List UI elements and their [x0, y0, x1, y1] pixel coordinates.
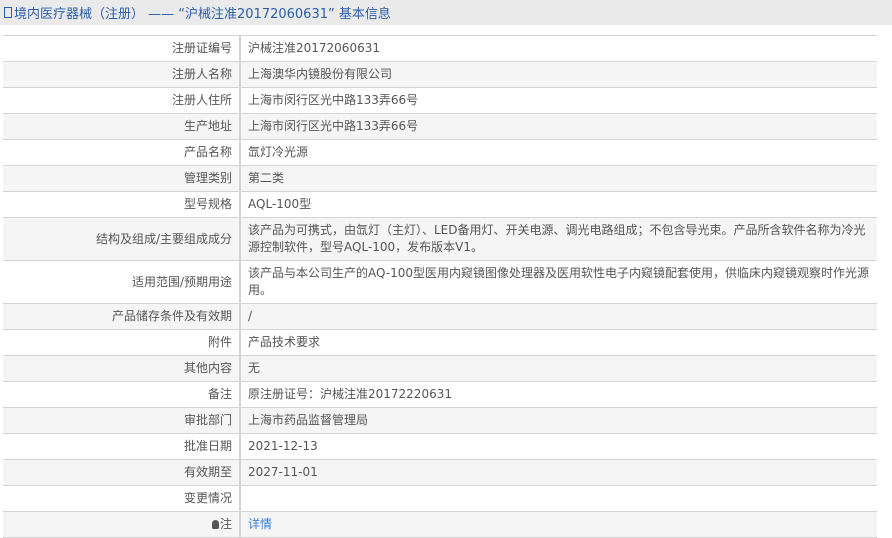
row-label: 适用范围/预期用途	[3, 260, 241, 304]
table-row: 其他内容无	[3, 355, 877, 382]
table-row: 产品储存条件及有效期 /	[3, 303, 877, 330]
row-label: 管理类别	[3, 165, 241, 192]
row-label: 注册证编号	[3, 35, 241, 62]
row-label: 注册人住所	[3, 87, 241, 114]
row-label: 附件	[3, 329, 241, 356]
row-label: 结构及组成/主要组成成分	[3, 217, 241, 261]
row-label: 注册人名称	[3, 61, 241, 88]
row-label: 变更情况	[3, 485, 241, 512]
table-row: 附件 产品技术要求	[3, 329, 877, 356]
page-title: 境内医疗器械（注册） —— “沪械注准20172060631” 基本信息	[14, 7, 391, 22]
row-value: 第二类	[240, 165, 877, 192]
row-label: 产品名称	[3, 139, 241, 166]
row-value: 上海市闵行区光中路133弄66号	[240, 87, 877, 114]
row-value: 氙灯冷光源	[240, 139, 877, 166]
table-row: 注册证编号 沪械注准20172060631	[3, 35, 877, 62]
row-value: 2027-11-01	[240, 459, 877, 486]
row-label: 注	[219, 517, 232, 531]
table-row: 适用范围/预期用途 该产品与本公司生产的AQ-100型医用内窥镜图像处理器及医用软…	[3, 260, 877, 304]
document-icon	[4, 7, 12, 18]
row-value: 原注册证号：沪械注准20172220631	[240, 381, 877, 408]
table-row: 批准日期 2021-12-13	[3, 433, 877, 460]
row-value: AQL-100型	[240, 191, 877, 218]
row-label: 备注	[3, 381, 241, 408]
table-row: 注册人住所 上海市闵行区光中路133弄66号	[3, 87, 877, 114]
table-row: 生产地址 上海市闵行区光中路133弄66号	[3, 113, 877, 140]
table-row: 变更情况	[3, 485, 877, 512]
row-label: 批准日期	[3, 433, 241, 460]
details-link[interactable]: 详情	[248, 517, 272, 531]
row-label: 其他内容	[3, 355, 241, 382]
row-label: 审批部门	[3, 407, 241, 434]
table-row: 型号规格 AQL-100型	[3, 191, 877, 218]
row-value: 该产品为可携式，由氙灯（主灯）、LED备用灯、开关电源、调光电路组成；不包含导光…	[240, 217, 877, 261]
table-row: 结构及组成/主要组成成分 该产品为可携式，由氙灯（主灯）、LED备用灯、开关电源、…	[3, 217, 877, 261]
row-value: 该产品与本公司生产的AQ-100型医用内窥镜图像处理器及医用软性电子内窥镜配套使…	[240, 260, 877, 304]
row-label: 产品储存条件及有效期	[3, 303, 241, 330]
row-value	[240, 485, 877, 512]
row-value: 2021-12-13	[240, 433, 877, 460]
table-row: 产品名称 氙灯冷光源	[3, 139, 877, 166]
table-row: 有效期至 2027-11-01	[3, 459, 877, 486]
row-label: 有效期至	[3, 459, 241, 486]
row-value: 沪械注准20172060631	[240, 35, 877, 62]
row-value: 产品技术要求	[240, 329, 877, 356]
page-title-bar: 境内医疗器械（注册） —— “沪械注准20172060631” 基本信息	[0, 0, 892, 25]
row-value: 无	[240, 355, 877, 382]
table-row: 备注 原注册证号：沪械注准20172220631	[3, 381, 877, 408]
row-value: 上海市闵行区光中路133弄66号	[240, 113, 877, 140]
info-table: 注册证编号 沪械注准20172060631 注册人名称 上海澳华内镜股份有限公司 注册人…	[3, 35, 877, 538]
row-value: /	[240, 303, 877, 330]
row-label: 型号规格	[3, 191, 241, 218]
table-row: 审批部门 上海市药品监督管理局	[3, 407, 877, 434]
table-row: 注册人名称 上海澳华内镜股份有限公司	[3, 61, 877, 88]
row-label: 生产地址	[3, 113, 241, 140]
row-value: 上海市药品监督管理局	[240, 407, 877, 434]
table-row: 管理类别 第二类	[3, 165, 877, 192]
row-value: 上海澳华内镜股份有限公司	[240, 61, 877, 88]
